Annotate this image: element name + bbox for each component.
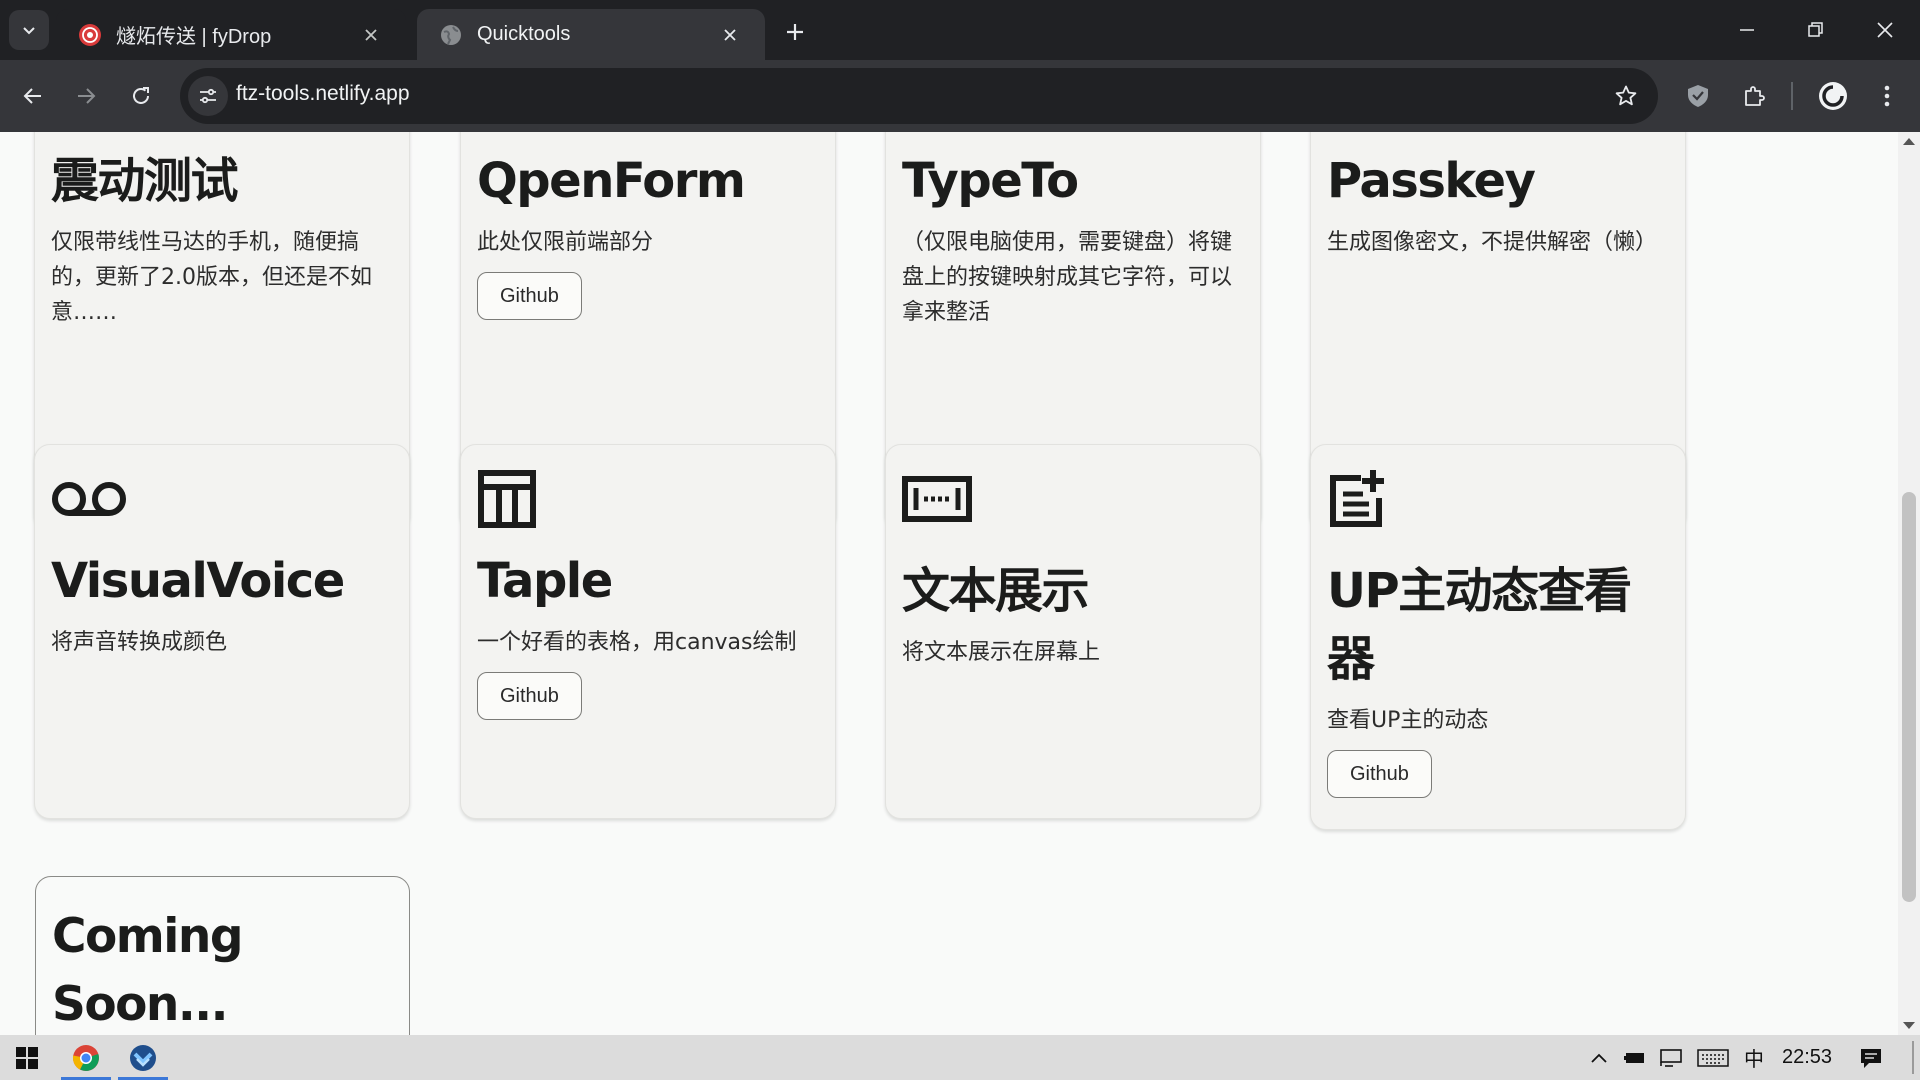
table-icon xyxy=(477,467,819,531)
tab-title: 燧炻传送 | fyDrop xyxy=(116,26,272,48)
browser-toolbar: ftz-tools.netlify.app xyxy=(0,60,1920,132)
url-text[interactable]: ftz-tools.netlify.app xyxy=(236,82,410,106)
profile-avatar-icon xyxy=(1819,82,1847,110)
browser-tab-bar: 燧炻传送 | fyDrop Quicktools xyxy=(0,0,1920,60)
tune-icon xyxy=(200,88,216,104)
card-description: 将声音转换成颜色 xyxy=(51,630,228,655)
browser-menu-button[interactable] xyxy=(1867,76,1907,116)
notification-icon xyxy=(1861,1048,1881,1068)
card-title: 文本展示 xyxy=(902,563,1090,619)
taskbar-app-2[interactable] xyxy=(116,1035,170,1080)
star-icon xyxy=(1615,85,1637,106)
bookmark-star-button[interactable] xyxy=(1610,80,1642,112)
card-description: 将文本展示在屏幕上 xyxy=(902,640,1101,665)
profile-button[interactable] xyxy=(1813,76,1853,116)
scrollbar-thumb[interactable] xyxy=(1902,492,1916,902)
network-icon xyxy=(1660,1048,1682,1067)
clock[interactable]: 22:53 xyxy=(1776,1035,1838,1080)
github-button[interactable]: Github xyxy=(477,272,582,320)
fydrop-icon xyxy=(78,23,102,47)
app-logo-icon xyxy=(130,1044,156,1071)
start-button[interactable] xyxy=(0,1035,54,1080)
more-vert-icon xyxy=(1884,85,1890,107)
tool-card[interactable]: VisualVoice 将声音转换成颜色 xyxy=(34,444,410,819)
chevron-up-icon xyxy=(1591,1053,1607,1063)
close-window-button[interactable] xyxy=(1850,0,1920,60)
taskbar-chrome[interactable] xyxy=(59,1035,113,1080)
card-title: 震动测试 xyxy=(51,153,239,209)
new-tab-button[interactable] xyxy=(777,14,813,50)
card-title: Taple xyxy=(477,553,613,609)
card-description: 一个好看的表格，用canvas绘制 xyxy=(477,630,797,655)
minimize-icon xyxy=(1740,29,1754,31)
page-scrollbar[interactable] xyxy=(1898,132,1920,1035)
card-title: Coming Soon... xyxy=(52,909,243,1032)
windows-taskbar: 中 22:53 xyxy=(0,1035,1920,1080)
card-title: Passkey xyxy=(1327,153,1536,209)
back-button[interactable] xyxy=(11,74,55,118)
github-button[interactable]: Github xyxy=(477,672,582,720)
tab-fydrop[interactable]: 燧炻传送 | fyDrop xyxy=(56,9,406,60)
keyboard-icon xyxy=(1697,1048,1729,1067)
chrome-icon xyxy=(72,1044,99,1071)
post-add-icon xyxy=(1327,467,1669,531)
extensions-button[interactable] xyxy=(1734,76,1774,116)
scroll-down-arrow-icon[interactable] xyxy=(1903,1022,1915,1029)
site-info-button[interactable] xyxy=(188,76,228,116)
page-viewport: 震动测试 仅限带线性马达的手机，随便搞的，更新了2.0版本，但还是不如意…… Q… xyxy=(0,132,1920,1035)
card-title: UP主动态查看器 xyxy=(1327,563,1632,687)
github-button[interactable]: Github xyxy=(1327,750,1432,798)
reload-icon xyxy=(133,87,149,104)
puzzle-icon xyxy=(1745,86,1765,106)
arrow-left-icon xyxy=(23,88,41,104)
globe-icon xyxy=(439,23,463,47)
tab-quicktools[interactable]: Quicktools xyxy=(417,9,765,60)
shield-icon xyxy=(1688,85,1708,107)
battery-icon xyxy=(1624,1052,1644,1063)
ime-indicator[interactable]: 中 xyxy=(1740,1035,1768,1080)
chevron-down-icon xyxy=(23,27,35,35)
card-title: QpenForm xyxy=(477,153,746,209)
windows-logo-icon xyxy=(16,1046,38,1069)
restore-button[interactable] xyxy=(1781,0,1851,60)
tool-card[interactable]: 文本展示 将文本展示在屏幕上 xyxy=(885,444,1261,819)
card-description: 生成图像密文，不提供解密（懒） xyxy=(1327,230,1658,255)
restore-icon xyxy=(1808,22,1823,37)
action-center-button[interactable] xyxy=(1856,1035,1886,1080)
card-description: 仅限带线性马达的手机，随便搞的，更新了2.0版本，但还是不如意…… xyxy=(51,230,372,325)
card-description: 此处仅限前端部分 xyxy=(477,230,654,255)
network-tray[interactable] xyxy=(1656,1035,1686,1080)
minimize-button[interactable] xyxy=(1712,0,1782,60)
extension-shield-button[interactable] xyxy=(1678,76,1718,116)
scroll-up-arrow-icon[interactable] xyxy=(1903,138,1915,145)
card-title: VisualVoice xyxy=(51,553,345,609)
tab-title: Quicktools xyxy=(477,23,571,45)
forward-button[interactable] xyxy=(64,74,108,118)
address-bar[interactable]: ftz-tools.netlify.app xyxy=(180,68,1658,124)
arrow-right-icon xyxy=(78,88,96,104)
tool-card[interactable]: Taple 一个好看的表格，用canvas绘制 Github xyxy=(460,444,836,819)
show-desktop-divider[interactable] xyxy=(1912,1041,1914,1074)
card-description: （仅限电脑使用，需要键盘）将键盘上的按键映射成其它字符，可以拿来整活 xyxy=(902,230,1233,325)
toolbar-separator xyxy=(1791,82,1793,110)
tool-card[interactable]: UP主动态查看器 查看UP主的动态 Github xyxy=(1310,444,1686,830)
coming-soon-card: Coming Soon... xyxy=(35,876,410,1035)
tab-search-button[interactable] xyxy=(9,10,49,50)
close-tab-icon[interactable] xyxy=(358,22,384,48)
close-tab-icon[interactable] xyxy=(717,22,743,48)
card-description: 查看UP主的动态 xyxy=(1327,708,1489,733)
text-display-icon xyxy=(902,467,1244,531)
keyboard-tray[interactable] xyxy=(1696,1035,1730,1080)
close-icon xyxy=(1877,22,1893,38)
tray-overflow-button[interactable] xyxy=(1586,1035,1612,1080)
voicemail-icon xyxy=(51,467,393,531)
plus-icon xyxy=(787,24,803,40)
reload-button[interactable] xyxy=(119,74,163,118)
battery-tray[interactable] xyxy=(1620,1035,1650,1080)
card-title: TypeTo xyxy=(902,153,1079,209)
